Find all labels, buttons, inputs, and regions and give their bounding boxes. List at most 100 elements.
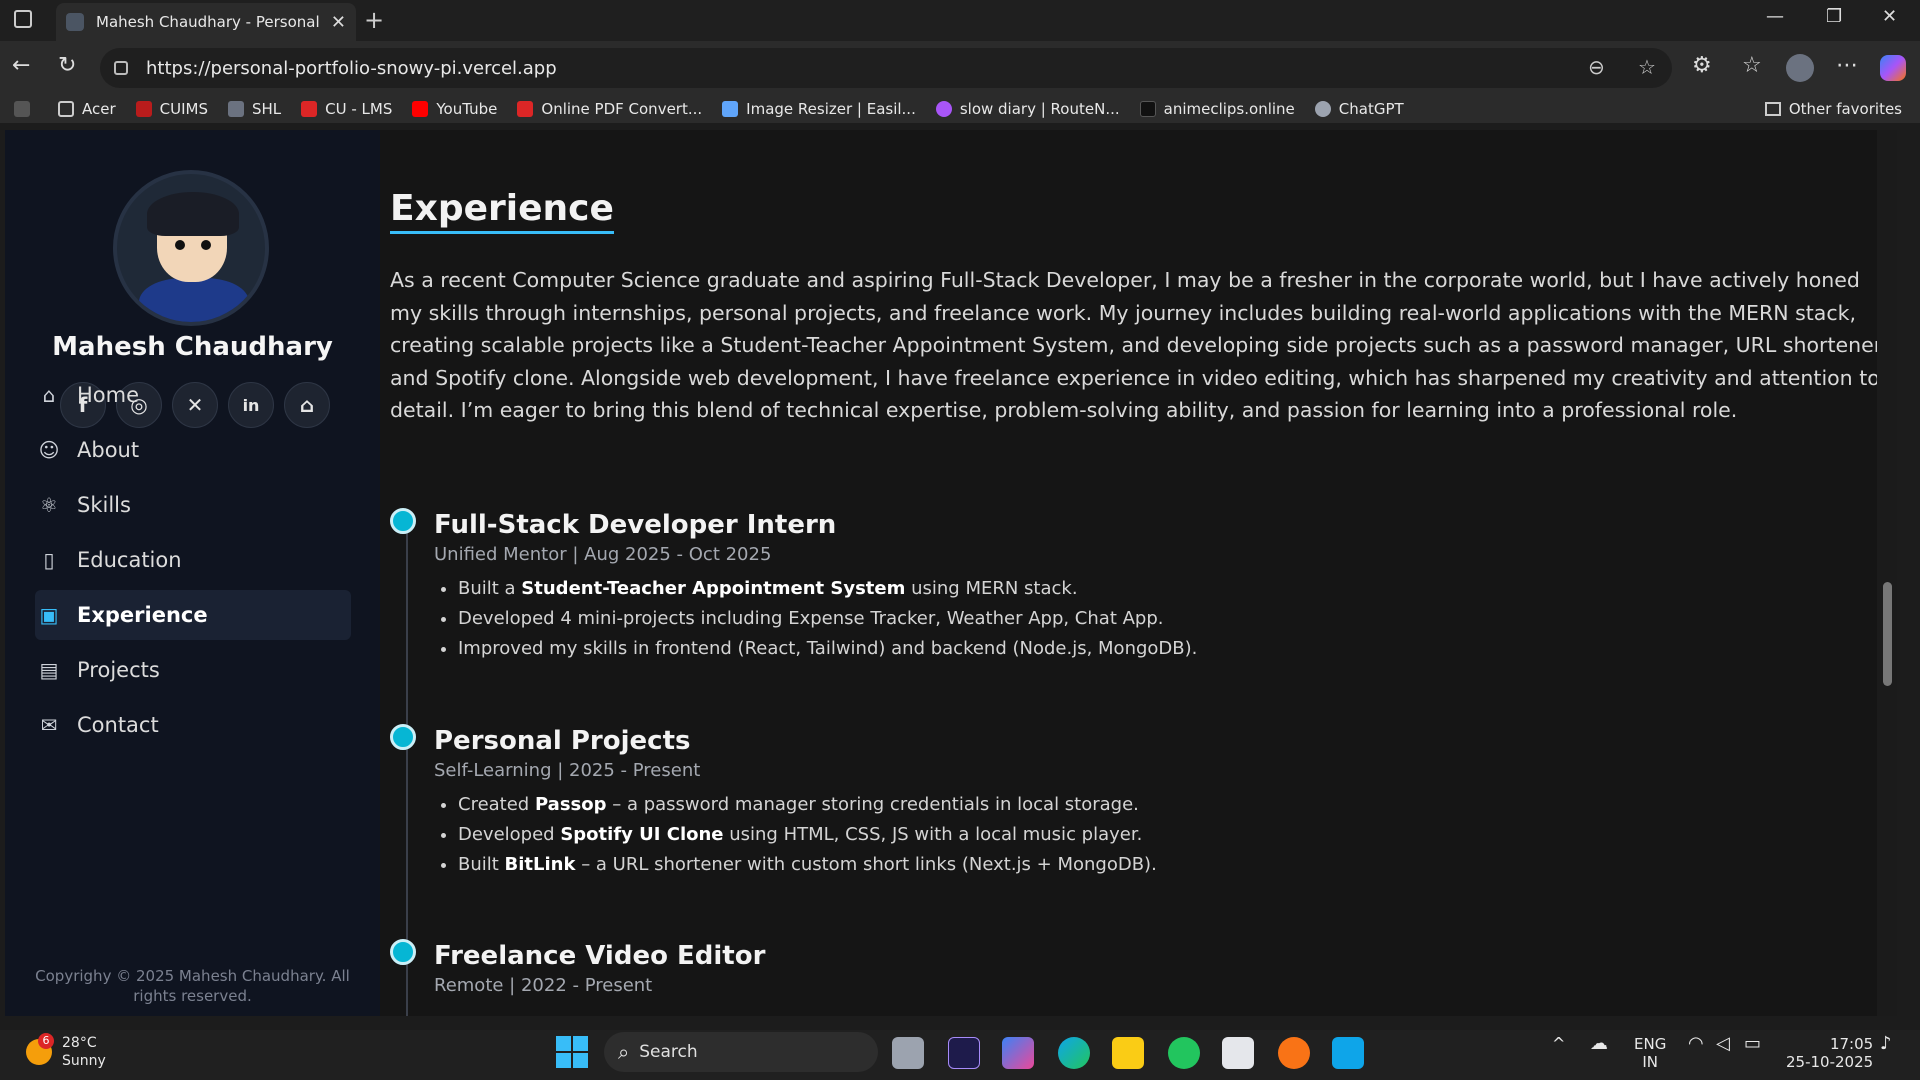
timeline-dot — [390, 939, 416, 965]
spotify-icon[interactable] — [1168, 1037, 1200, 1069]
bookmark-item[interactable]: YouTube — [412, 100, 497, 118]
vscode-icon[interactable] — [1332, 1037, 1364, 1069]
language-indicator[interactable]: ENG IN — [1634, 1035, 1666, 1071]
job-meta: Self-Learning | 2025 - Present — [434, 760, 701, 781]
folder-icon — [1764, 102, 1781, 116]
web-page: Mahesh Chaudhary f ◎ ✕ in ⌂ ⌂ Home ☺ About… — [5, 130, 1897, 1016]
profile-name: Mahesh Chaudhary — [52, 332, 333, 362]
refresh-icon[interactable]: ↻ — [58, 53, 76, 78]
chatgpt-icon — [1314, 101, 1331, 117]
job-title: Full-Stack Developer Intern — [434, 510, 837, 540]
folder-icon — [58, 101, 74, 117]
nav-item-home[interactable]: ⌂ Home — [35, 370, 351, 420]
timeline-dot — [390, 508, 416, 534]
weather-widget[interactable]: 6 28°C Sunny — [26, 1033, 106, 1070]
address-bar[interactable]: https://personal-portfolio-snowy-pi.verc… — [100, 48, 1672, 88]
nav-item-about[interactable]: ☺ About — [35, 425, 351, 475]
extensions-icon[interactable]: ⚙ — [1692, 53, 1712, 78]
tab-title: Mahesh Chaudhary - Personal Por — [96, 13, 321, 31]
back-icon[interactable]: ← — [12, 53, 30, 78]
experience-section: Experience As a recent Computer Science … — [390, 130, 1890, 1016]
clock[interactable]: 17:05 25-10-2025 — [1786, 1035, 1873, 1071]
weather-badge: 6 — [38, 1033, 54, 1049]
bookmark-favicon-icon — [227, 101, 244, 117]
nav-item-projects[interactable]: ▤ Projects — [35, 645, 351, 695]
task-view-icon[interactable] — [892, 1037, 924, 1069]
battery-icon[interactable]: ▭ — [1744, 1035, 1761, 1053]
nav-item-skills[interactable]: ⚛ Skills — [35, 480, 351, 530]
other-favorites[interactable]: Other favorites — [1764, 100, 1902, 118]
bookmark-item[interactable]: Image Resizer | Easil... — [722, 100, 916, 118]
nav-item-contact[interactable]: ✉ Contact — [35, 700, 351, 750]
list-item: Built BitLink – a URL shortener with cus… — [458, 850, 1157, 880]
nav-item-experience[interactable]: ▣ Experience — [35, 590, 351, 640]
minimize-icon[interactable]: — — [1766, 6, 1784, 27]
bookmark-item[interactable]: animeclips.online — [1139, 100, 1295, 118]
favorite-star-icon[interactable]: ☆ — [1638, 55, 1656, 79]
home-icon: ⌂ — [42, 383, 56, 407]
sun-icon: 6 — [26, 1033, 54, 1065]
bookmark-item[interactable]: SHL — [227, 100, 281, 118]
wifi-icon[interactable]: ◠ — [1688, 1035, 1704, 1053]
list-item: Built a Student-Teacher Appointment Syst… — [458, 574, 1197, 604]
site-info-icon[interactable] — [114, 61, 128, 75]
nav-item-education[interactable]: ▯ Education — [35, 535, 351, 585]
new-tab-icon[interactable]: + — [364, 6, 384, 34]
microsoft-store-icon[interactable] — [1222, 1037, 1254, 1069]
job-title: Personal Projects — [434, 726, 691, 756]
intro-paragraph: As a recent Computer Science graduate an… — [390, 268, 1889, 422]
url-text[interactable]: https://personal-portfolio-snowy-pi.verc… — [146, 58, 557, 79]
job-bullets: Created Passop – a password manager stor… — [458, 790, 1157, 880]
after-effects-icon[interactable] — [948, 1037, 980, 1069]
portfolio-sidebar: Mahesh Chaudhary f ◎ ✕ in ⌂ ⌂ Home ☺ About… — [5, 130, 380, 1016]
weather-temp: 28°C — [62, 1035, 97, 1051]
list-item: Improved my skills in frontend (React, T… — [458, 634, 1197, 664]
restore-icon[interactable]: ❐ — [1826, 6, 1842, 27]
more-options-icon[interactable]: ⋯ — [1836, 53, 1858, 78]
favorites-icon[interactable]: ☆ — [1742, 53, 1762, 78]
close-window-icon[interactable]: ✕ — [1882, 6, 1897, 27]
tab-favicon-icon — [66, 13, 84, 31]
atom-icon: ⚛ — [40, 493, 58, 517]
bookmark-favicon-icon — [1139, 101, 1156, 117]
bookmark-favicon-icon — [722, 101, 739, 117]
profile-avatar[interactable] — [1786, 54, 1814, 82]
list-item: Developed 4 mini-projects including Expe… — [458, 604, 1197, 634]
bookmark-item[interactable]: CUIMS — [135, 100, 208, 118]
notifications-icon[interactable]: ♪ — [1880, 1035, 1892, 1053]
list-item: Created Passop – a password manager stor… — [458, 790, 1157, 820]
job-bullets: Built a Student-Teacher Appointment Syst… — [458, 574, 1197, 664]
page-title: Experience — [390, 188, 614, 234]
show-hidden-icons-icon[interactable]: ^ — [1552, 1035, 1565, 1053]
bookmark-item[interactable]: ChatGPT — [1314, 100, 1404, 118]
user-icon: ☺ — [38, 438, 60, 462]
start-button[interactable] — [556, 1036, 588, 1068]
volume-icon[interactable]: ◁ — [1716, 1035, 1730, 1053]
weather-desc: Sunny — [62, 1053, 106, 1069]
copilot-icon[interactable] — [1880, 55, 1906, 81]
edge-icon[interactable] — [1058, 1037, 1090, 1069]
tab-actions-icon[interactable] — [14, 10, 32, 28]
bookmark-item[interactable]: Acer — [58, 100, 116, 118]
bookmark-item[interactable]: slow diary | RouteN... — [935, 100, 1120, 118]
list-item: Developed Spotify UI Clone using HTML, C… — [458, 820, 1157, 850]
browser-toolbar: ← ↻ https://personal-portfolio-snowy-pi.… — [0, 41, 1920, 95]
bookmark-item[interactable]: CU - LMS — [301, 100, 392, 118]
page-scrollbar[interactable] — [1877, 130, 1897, 1016]
taskbar-search[interactable]: ⌕ Search — [604, 1032, 878, 1072]
copilot-app-icon[interactable] — [1002, 1037, 1034, 1069]
bookmark-item[interactable]: Online PDF Convert... — [517, 100, 702, 118]
scrollbar-thumb[interactable] — [1883, 582, 1892, 686]
search-label: Search — [639, 1042, 698, 1062]
close-tab-icon[interactable]: ✕ — [331, 12, 346, 33]
browser-tab[interactable]: Mahesh Chaudhary - Personal Por ✕ — [56, 3, 356, 41]
onedrive-icon[interactable]: ☁ — [1590, 1035, 1608, 1053]
job-meta: Remote | 2022 - Present — [434, 975, 653, 996]
bookmark-collections-icon[interactable] — [14, 101, 38, 117]
file-explorer-icon[interactable] — [1112, 1037, 1144, 1069]
bookmark-favicon-icon — [935, 101, 952, 117]
copyright: Copyrighy © 2025 Mahesh Chaudhary. All r… — [35, 967, 350, 1005]
reader-icon[interactable]: ⊖ — [1588, 55, 1605, 79]
pdf-icon — [517, 101, 534, 117]
fl-studio-icon[interactable] — [1278, 1037, 1310, 1069]
